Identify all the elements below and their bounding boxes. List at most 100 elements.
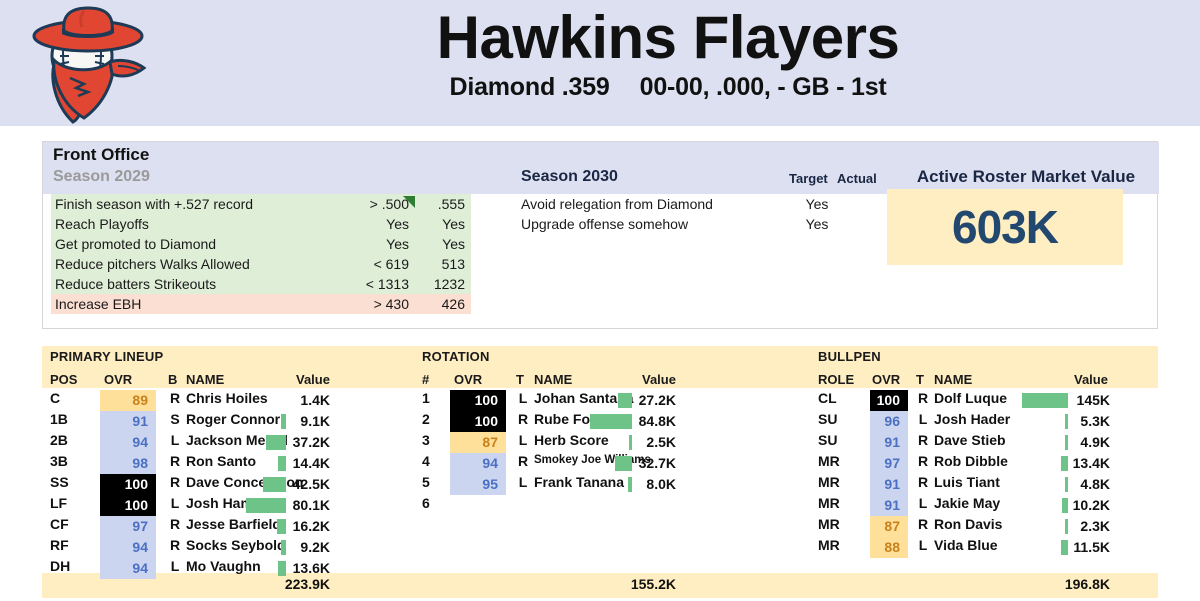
baseball-cowboy-logo [32, 6, 147, 124]
row-value-cell: 37.2K [50, 432, 330, 453]
value-bar [1061, 540, 1068, 555]
roster-row[interactable]: MR 91 R Luis Tiant 4.8K [812, 474, 1152, 495]
goal-row: Reduce pitchers Walks Allowed < 619 513 [51, 254, 471, 274]
roster-row[interactable]: RF 94 R Socks Seybold 9.2K [50, 537, 390, 558]
row-value-text: 14.4K [292, 455, 330, 471]
row-value-text: 9.2K [300, 539, 330, 555]
row-value-text: 4.9K [1080, 434, 1110, 450]
column-header-b: B [168, 372, 178, 387]
roster-row[interactable]: 2B 94 L Jackson Merrill 37.2K [50, 432, 390, 453]
value-bar [281, 414, 286, 429]
row-value-cell: 5.3K [812, 411, 1110, 432]
roster-row[interactable]: 1 100 L Johan Santana 27.2K [414, 390, 754, 411]
row-value-text: 80.1K [292, 497, 330, 513]
row-value-cell: 4.9K [812, 432, 1110, 453]
row-value-cell: 8.0K [414, 474, 676, 495]
roster-row[interactable]: 3 87 L Herb Score 2.5K [414, 432, 754, 453]
roster-row[interactable]: MR 97 R Rob Dibble 13.4K [812, 453, 1152, 474]
goal-actual-value: 513 [441, 256, 465, 272]
row-value-cell: 2.3K [812, 516, 1110, 537]
goal-actual-value: .555 [437, 196, 465, 212]
season-2029-goals: Finish season with +.527 record > .500.55… [51, 194, 471, 314]
goal-target-value: Yes [805, 216, 829, 232]
roster-row[interactable]: 2 100 R Rube Foster 84.8K [414, 411, 754, 432]
goal-label: Reach Playoffs [55, 216, 149, 232]
roster-row[interactable]: 5 95 L Frank Tanana 8.0K [414, 474, 754, 495]
value-bar [277, 519, 286, 534]
goal-achieved-marker-icon [403, 196, 415, 208]
value-bar [628, 477, 632, 492]
row-value-text: 13.4K [1072, 455, 1110, 471]
column-header-role: ROLE [818, 372, 855, 387]
goal-actual-value: 1232 [433, 276, 465, 292]
row-value-cell: 27.2K [414, 390, 676, 411]
season-2029-label: Season 2029 [53, 168, 150, 185]
actual-column-header: Actual [837, 171, 877, 186]
roster-row[interactable]: CF 97 R Jesse Barfield 16.2K [50, 516, 390, 537]
goal-actual-value: Yes [442, 236, 465, 252]
row-value-cell: 80.1K [50, 495, 330, 516]
goal-row: Avoid relegation from Diamond Yes [521, 194, 901, 214]
column-header-ovr: OVR [104, 372, 133, 387]
row-value-cell: 4.8K [812, 474, 1110, 495]
goal-row: Reduce batters Strikeouts < 1313 1232 [51, 274, 471, 294]
goal-target-value: Yes [386, 216, 409, 232]
row-value-cell: 9.1K [50, 411, 330, 432]
team-header: Hawkins Flayers Diamond .359 00-00, .000… [0, 0, 1200, 126]
row-value-cell: 9.2K [50, 537, 330, 558]
roster-row[interactable]: C 89 R Chris Hoiles 1.4K [50, 390, 390, 411]
value-bar [263, 477, 286, 492]
row-value-text: 9.1K [300, 413, 330, 429]
goal-label: Get promoted to Diamond [55, 236, 217, 252]
row-value-cell: 1.4K [50, 390, 330, 411]
value-bar [1065, 477, 1068, 492]
roster-row[interactable]: MR 91 L Jakie May 10.2K [812, 495, 1152, 516]
roster-row[interactable]: 4 94 R Smokey Joe Williams 32.7K [414, 453, 754, 474]
row-value-cell: 11.5K [812, 537, 1110, 558]
goal-actual-value: Yes [442, 216, 465, 232]
row-value-text: 11.5K [1073, 539, 1110, 555]
team-name: Hawkins Flayers [436, 4, 900, 71]
roster-row[interactable]: SS 100 R Dave Concepcion 42.5K [50, 474, 390, 495]
roster-row[interactable]: SU 96 L Josh Hader 5.3K [812, 411, 1152, 432]
row-value-text: 2.3K [1080, 518, 1110, 534]
row-value-text: 4.8K [1080, 476, 1110, 492]
value-bar [590, 414, 632, 429]
league-rating: Diamond .359 [449, 72, 610, 101]
value-bar [1022, 393, 1068, 408]
roster-row[interactable]: 3B 98 R Ron Santo 14.4K [50, 453, 390, 474]
row-value-text: 5.3K [1080, 413, 1110, 429]
value-bar [281, 540, 286, 555]
value-bar [278, 561, 286, 576]
goal-target-value: Yes [805, 196, 829, 212]
market-value-box: 603K [887, 189, 1123, 265]
front-office-panel: Front Office Season 2029 Season 2030 Tar… [42, 141, 1159, 329]
column-header-name: NAME [534, 372, 573, 387]
goal-actual-value: 426 [441, 296, 465, 312]
bullpen-section: BULLPEN ROLE OVR T NAME Value CL 100 R Dolf Luque… [812, 346, 1152, 594]
row-value-cell: 145K [812, 390, 1110, 411]
column-header-ovr: OVR [454, 372, 483, 387]
goal-row: Reach Playoffs Yes Yes [51, 214, 471, 234]
value-bar [1065, 435, 1068, 450]
roster-row[interactable]: MR 87 R Ron Davis 2.3K [812, 516, 1152, 537]
bullpen-total-value: 196.8K [1064, 576, 1110, 592]
roster-row[interactable]: 1B 91 S Roger Connor 9.1K [50, 411, 390, 432]
value-bar [615, 456, 632, 471]
row-value-cell: 10.2K [812, 495, 1110, 516]
roster-row[interactable]: LF 100 L Josh Hamilton 80.1K [50, 495, 390, 516]
roster-row[interactable]: SU 91 R Dave Stieb 4.9K [812, 432, 1152, 453]
goal-label: Finish season with +.527 record [55, 196, 254, 212]
column-header-name: NAME [934, 372, 973, 387]
goal-row: Increase EBH > 430 426 [51, 294, 471, 314]
roster-row[interactable]: MR 88 L Vida Blue 11.5K [812, 537, 1152, 558]
roster-row[interactable]: 6 [414, 495, 754, 516]
goal-target-value: > 430 [373, 296, 409, 312]
market-value-title: Active Roster Market Value [916, 167, 1136, 186]
value-bar [1065, 414, 1068, 429]
target-column-header: Target [789, 171, 828, 186]
column-header-: # [422, 372, 430, 387]
season-2030-label: Season 2030 [521, 168, 618, 185]
roster-row[interactable]: CL 100 R Dolf Luque 145K [812, 390, 1152, 411]
goal-target-value: < 619 [373, 256, 409, 272]
